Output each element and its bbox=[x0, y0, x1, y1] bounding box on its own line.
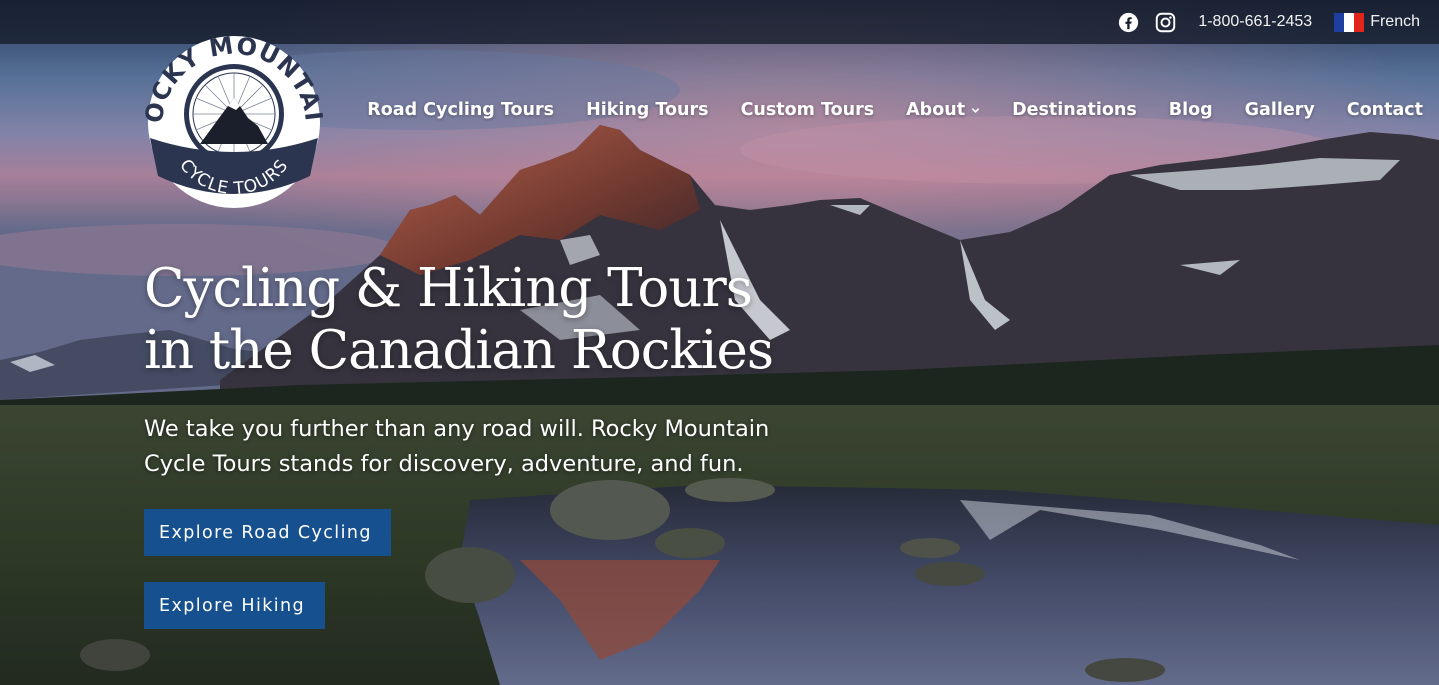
nav-custom-tours[interactable]: Custom Tours bbox=[741, 100, 875, 120]
instagram-icon[interactable] bbox=[1155, 12, 1176, 33]
site-logo[interactable]: ROCKY MOUNTAIN CYCLE TOURS bbox=[129, 4, 328, 210]
nav-road-cycling-tours[interactable]: Road Cycling Tours bbox=[367, 100, 554, 120]
hero-subheadline: We take you further than any road will. … bbox=[144, 412, 824, 482]
facebook-icon[interactable] bbox=[1118, 12, 1139, 33]
phone-link[interactable]: 1-800-661-2453 bbox=[1198, 13, 1312, 31]
nav-hiking-tours[interactable]: Hiking Tours bbox=[586, 100, 709, 120]
main-navigation: Road Cycling Tours Hiking Tours Custom T… bbox=[367, 100, 1423, 120]
nav-about[interactable]: About bbox=[906, 100, 980, 120]
hero-subheadline-line-2: Cycle Tours stands for discovery, advent… bbox=[144, 451, 744, 477]
hero-subheadline-line-1: We take you further than any road will. … bbox=[144, 416, 770, 442]
nav-about-label: About bbox=[906, 100, 966, 120]
nav-contact[interactable]: Contact bbox=[1347, 100, 1423, 120]
language-switcher[interactable]: French bbox=[1334, 12, 1420, 32]
explore-road-cycling-button[interactable]: Explore Road Cycling bbox=[144, 509, 391, 556]
france-flag-icon bbox=[1334, 12, 1365, 32]
nav-destinations[interactable]: Destinations bbox=[1012, 100, 1137, 120]
chevron-down-icon bbox=[971, 107, 980, 113]
language-label: French bbox=[1370, 13, 1420, 30]
hero-headline-line-2: in the Canadian Rockies bbox=[144, 320, 774, 381]
nav-gallery[interactable]: Gallery bbox=[1245, 100, 1315, 120]
hero-headline-line-1: Cycling & Hiking Tours bbox=[144, 258, 753, 319]
hero-headline: Cycling & Hiking Tours in the Canadian R… bbox=[144, 258, 844, 382]
explore-hiking-button[interactable]: Explore Hiking bbox=[144, 582, 325, 629]
nav-blog[interactable]: Blog bbox=[1169, 100, 1213, 120]
